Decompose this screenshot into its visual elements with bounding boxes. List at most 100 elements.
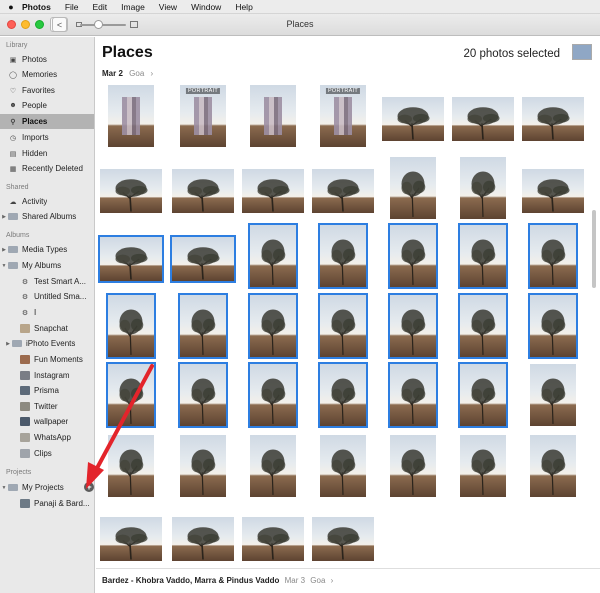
sidebar-item-clips[interactable]: Clips bbox=[0, 446, 94, 461]
menu-app-name[interactable]: Photos bbox=[22, 2, 51, 12]
photo-thumbnail[interactable] bbox=[452, 97, 514, 141]
photo-thumbnail[interactable] bbox=[528, 223, 578, 289]
photo-thumbnail[interactable] bbox=[250, 435, 296, 497]
photo-thumbnail[interactable] bbox=[522, 169, 584, 213]
photo-thumbnail[interactable] bbox=[312, 169, 374, 213]
section-header-mar2[interactable]: Mar 2 Goa › bbox=[102, 69, 153, 78]
photo-thumbnail[interactable] bbox=[100, 517, 162, 561]
photo-thumbnail[interactable] bbox=[106, 362, 156, 428]
photo-thumbnail[interactable] bbox=[388, 293, 438, 359]
sidebar-item-label: Recently Deleted bbox=[22, 164, 83, 173]
photo-thumbnail[interactable] bbox=[172, 169, 234, 213]
photo-thumbnail[interactable] bbox=[382, 97, 444, 141]
sidebar-item-label: My Projects bbox=[22, 483, 64, 492]
photo-thumbnail[interactable] bbox=[106, 293, 156, 359]
sidebar-item-favorites[interactable]: ♡ Favorites bbox=[0, 83, 94, 98]
photo-thumbnail[interactable]: PORTRAIT bbox=[320, 85, 366, 147]
photos-icon: ▣ bbox=[9, 56, 17, 64]
sidebar-item-i[interactable]: ⚙ I bbox=[0, 305, 94, 320]
sidebar-item-imports[interactable]: ◷ Imports bbox=[0, 130, 94, 145]
sidebar-item-untitled-smart-album[interactable]: ⚙ Untitled Sma... bbox=[0, 289, 94, 304]
photo-thumbnail[interactable] bbox=[248, 223, 298, 289]
photo-thumbnail[interactable] bbox=[108, 85, 154, 147]
sidebar-item-my-projects[interactable]: ▼ My Projects bbox=[0, 480, 94, 495]
photo-thumbnail[interactable] bbox=[388, 223, 438, 289]
section-divider bbox=[96, 568, 600, 569]
menu-edit[interactable]: Edit bbox=[93, 2, 108, 12]
sidebar-item-memories[interactable]: ◯ Memories bbox=[0, 67, 94, 82]
add-project-button[interactable]: + bbox=[84, 482, 94, 492]
sidebar-item-whatsapp[interactable]: WhatsApp bbox=[0, 430, 94, 445]
menu-image[interactable]: Image bbox=[121, 2, 145, 12]
scrollbar[interactable] bbox=[592, 210, 596, 288]
photo-thumbnail[interactable] bbox=[178, 362, 228, 428]
photo-thumbnail[interactable] bbox=[522, 97, 584, 141]
sidebar-item-prisma[interactable]: Prisma bbox=[0, 383, 94, 398]
photo-thumbnail[interactable] bbox=[460, 157, 506, 219]
photo-thumbnail[interactable] bbox=[458, 293, 508, 359]
selection-thumbnail[interactable] bbox=[572, 44, 592, 60]
photo-thumbnail[interactable] bbox=[318, 293, 368, 359]
photo-thumbnail[interactable] bbox=[530, 364, 576, 426]
sidebar-item-shared-albums[interactable]: ▶ Shared Albums bbox=[0, 209, 94, 224]
photo-thumbnail[interactable] bbox=[248, 362, 298, 428]
photo-thumbnail[interactable] bbox=[458, 362, 508, 428]
photo-thumbnail[interactable] bbox=[170, 235, 236, 283]
sidebar-item-iphoto-events[interactable]: ▶ iPhoto Events bbox=[0, 336, 94, 351]
disclosure-open-triangle-icon[interactable]: ▼ bbox=[0, 485, 8, 491]
disclosure-open-triangle-icon[interactable]: ▼ bbox=[0, 263, 8, 269]
photo-thumbnail[interactable] bbox=[98, 235, 164, 283]
photo-thumbnail[interactable] bbox=[458, 223, 508, 289]
sidebar-item-label: iPhoto Events bbox=[26, 339, 76, 348]
sidebar-item-places[interactable]: ⚲ Places bbox=[0, 114, 94, 129]
disclosure-triangle-icon[interactable]: ▶ bbox=[0, 214, 8, 220]
sidebar-item-activity[interactable]: ☁ Activity bbox=[0, 194, 94, 209]
sidebar-item-fun-moments[interactable]: Fun Moments bbox=[0, 352, 94, 367]
photo-thumbnail[interactable] bbox=[528, 293, 578, 359]
photo-thumbnail[interactable] bbox=[242, 517, 304, 561]
photo-thumbnail[interactable] bbox=[172, 517, 234, 561]
sidebar-item-twitter[interactable]: Twitter bbox=[0, 399, 94, 414]
sidebar-item-test-smart-album[interactable]: ⚙ Test Smart A... bbox=[0, 274, 94, 289]
disclosure-triangle-icon[interactable]: ▶ bbox=[0, 247, 8, 253]
section-header-mar3[interactable]: Bardez - Khobra Vaddo, Marra & Pindus Va… bbox=[102, 576, 333, 585]
sidebar-item-wallpaper[interactable]: wallpaper bbox=[0, 414, 94, 429]
photo-thumbnail[interactable] bbox=[318, 362, 368, 428]
sidebar-item-recently-deleted[interactable]: ▦ Recently Deleted bbox=[0, 161, 94, 176]
photo-thumbnail[interactable] bbox=[320, 435, 366, 497]
disclosure-triangle-icon[interactable]: ▶ bbox=[4, 341, 12, 347]
sidebar-item-panaji-bardez[interactable]: Panaji & Bard... bbox=[0, 496, 94, 511]
photo-thumbnail[interactable] bbox=[390, 435, 436, 497]
photo-thumbnail[interactable] bbox=[312, 517, 374, 561]
photo-thumbnail[interactable] bbox=[242, 169, 304, 213]
sidebar-item-snapchat[interactable]: Snapchat bbox=[0, 321, 94, 336]
menu-help[interactable]: Help bbox=[235, 2, 252, 12]
sidebar-item-photos[interactable]: ▣ Photos bbox=[0, 52, 94, 67]
album-icon bbox=[20, 449, 30, 458]
sidebar-item-label: Instagram bbox=[34, 371, 70, 380]
photo-thumbnail[interactable] bbox=[180, 435, 226, 497]
photo-thumbnail[interactable] bbox=[388, 362, 438, 428]
sidebar-section-library: Library bbox=[6, 42, 28, 49]
sidebar-item-instagram[interactable]: Instagram bbox=[0, 368, 94, 383]
photo-thumbnail[interactable] bbox=[530, 435, 576, 497]
photo-thumbnail[interactable]: PORTRAIT bbox=[180, 85, 226, 147]
sidebar-item-label: Clips bbox=[34, 449, 52, 458]
photo-thumbnail[interactable] bbox=[460, 435, 506, 497]
sidebar-item-hidden[interactable]: ▤ Hidden bbox=[0, 146, 94, 161]
menu-window[interactable]: Window bbox=[191, 2, 221, 12]
photo-thumbnail[interactable] bbox=[250, 85, 296, 147]
menu-file[interactable]: File bbox=[65, 2, 79, 12]
photo-thumbnail[interactable] bbox=[108, 435, 154, 497]
photo-thumbnail[interactable] bbox=[318, 223, 368, 289]
menu-view[interactable]: View bbox=[159, 2, 177, 12]
apple-menu-icon[interactable]: ● bbox=[0, 2, 22, 12]
album-icon bbox=[20, 371, 30, 380]
sidebar-item-my-albums[interactable]: ▼ My Albums bbox=[0, 258, 94, 273]
photo-thumbnail[interactable] bbox=[100, 169, 162, 213]
photo-thumbnail[interactable] bbox=[178, 293, 228, 359]
photo-thumbnail[interactable] bbox=[390, 157, 436, 219]
sidebar-item-people[interactable]: ☻ People bbox=[0, 98, 94, 113]
sidebar-item-media-types[interactable]: ▶ Media Types bbox=[0, 242, 94, 257]
photo-thumbnail[interactable] bbox=[248, 293, 298, 359]
